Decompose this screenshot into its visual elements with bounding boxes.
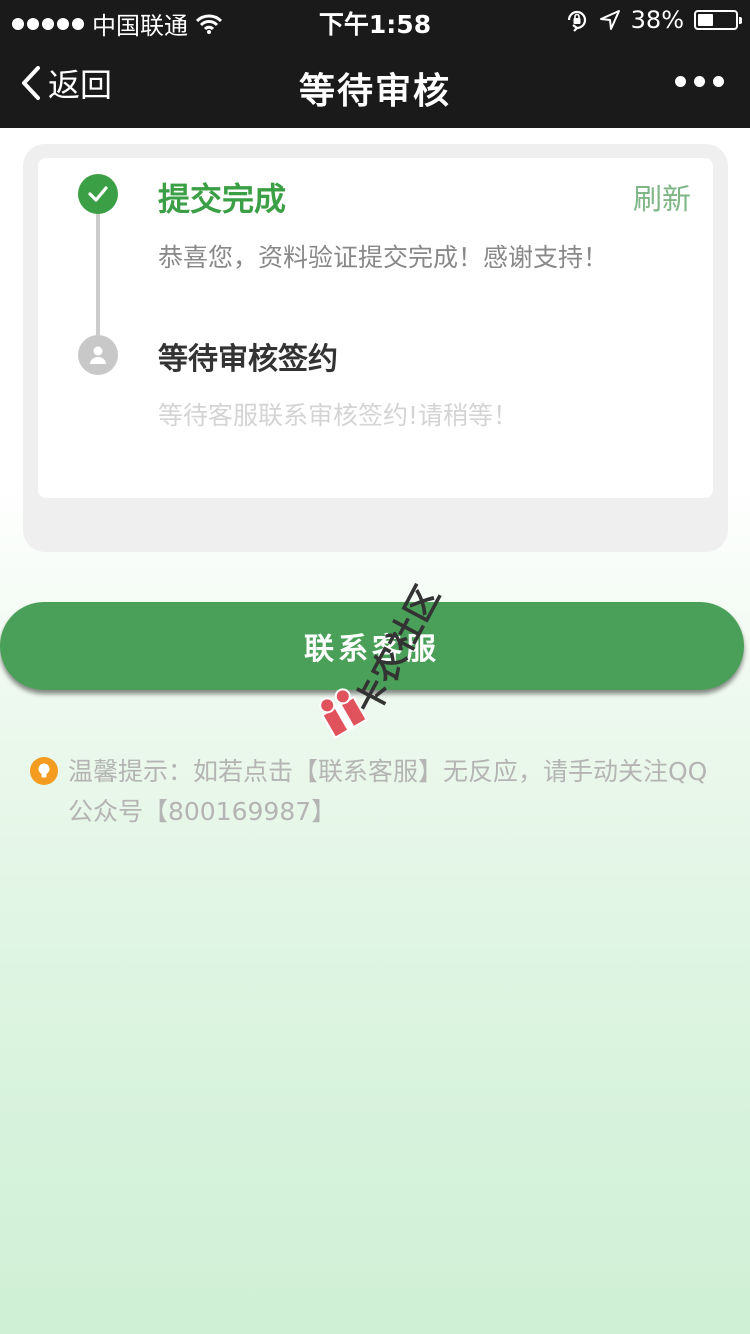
location-arrow-icon <box>599 10 620 30</box>
step-title-submitted: 提交完成 <box>158 180 287 218</box>
more-dot <box>713 76 724 87</box>
person-icon <box>78 335 118 375</box>
battery-level <box>698 14 714 26</box>
page-title: 等待审核 <box>298 71 451 112</box>
contact-service-button[interactable]: 联系客服 <box>0 602 744 690</box>
battery-percent: 38% <box>630 6 684 34</box>
timeline-line <box>96 210 100 350</box>
lightbulb-icon <box>30 757 58 785</box>
gift-icon <box>319 688 368 739</box>
status-bar: 中国联通 下午1:58 38% <box>0 0 750 40</box>
orientation-lock-icon <box>567 10 586 32</box>
status-right: 38% <box>565 6 742 34</box>
refresh-button[interactable]: 刷新 <box>633 176 691 218</box>
tip-text: 温馨提示：如若点击【联系客服】无反应，请手动关注QQ公众号【800169987】 <box>68 757 708 826</box>
progress-card: 提交完成 恭喜您，资料验证提交完成！感谢支持！ 等待审核签约 等待客服联系审核签… <box>23 144 728 552</box>
more-dot <box>675 76 686 87</box>
check-icon <box>78 174 118 214</box>
navigation-bar: 返回 等待审核 <box>0 40 750 128</box>
progress-card-content: 提交完成 恭喜您，资料验证提交完成！感谢支持！ 等待审核签约 等待客服联系审核签… <box>38 158 713 498</box>
step-title-pending: 等待审核签约 <box>158 342 338 377</box>
more-dot <box>694 76 705 87</box>
battery-icon <box>694 10 742 30</box>
step-description-submitted: 恭喜您，资料验证提交完成！感谢支持！ <box>158 243 609 272</box>
step-description-pending: 等待客服联系审核签约!请稍等！ <box>158 401 519 430</box>
more-button[interactable] <box>675 76 724 87</box>
